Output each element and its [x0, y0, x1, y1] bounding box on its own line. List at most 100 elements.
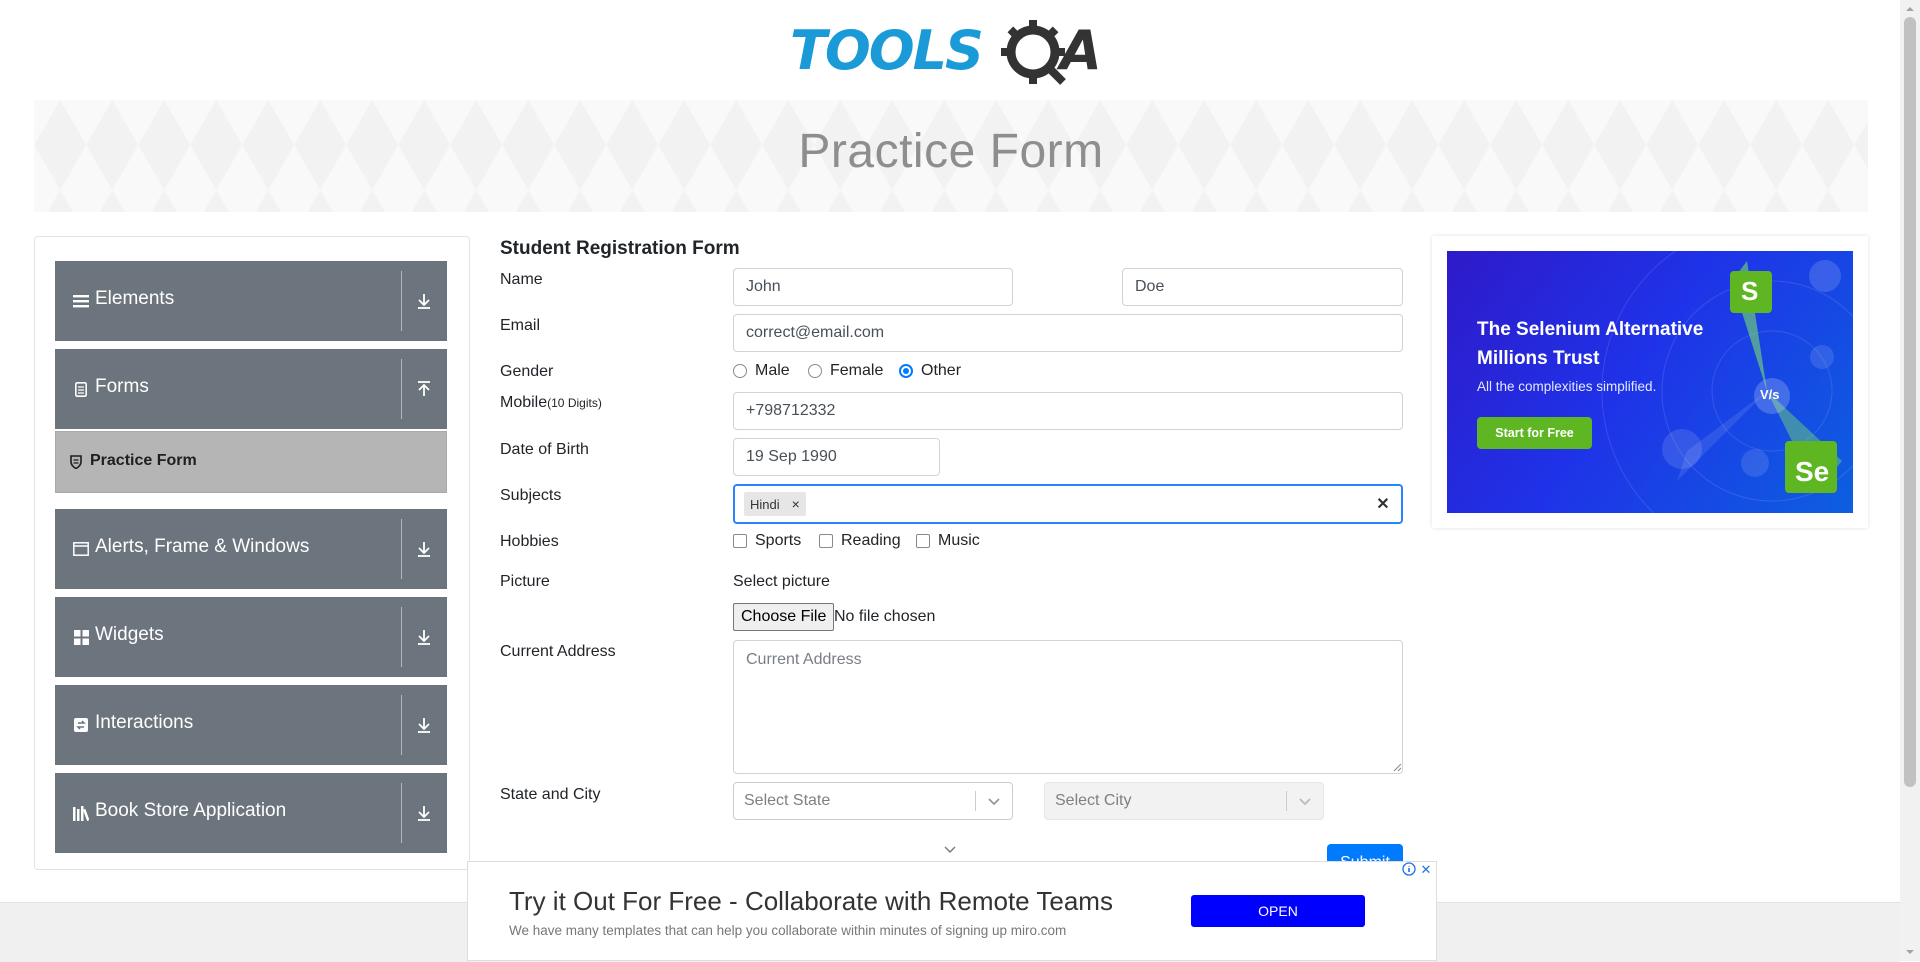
bottom-ad[interactable]: Try it Out For Free - Collaborate with R…: [467, 861, 1437, 961]
checkbox[interactable]: [733, 534, 747, 548]
sidebar-group-book-store[interactable]: Book Store Application: [55, 773, 447, 853]
divider: [401, 519, 402, 579]
sidebar-group-interactions[interactable]: Interactions: [55, 685, 447, 765]
chevron-down-icon[interactable]: [1295, 792, 1315, 812]
sidebar-item-practice-form[interactable]: Practice Form: [55, 431, 447, 493]
open-button[interactable]: OPEN: [1191, 895, 1365, 927]
sidebar-group-forms[interactable]: Forms: [55, 349, 447, 429]
ad-headline: The Selenium Alternative Millions Trust: [1477, 319, 1704, 369]
divider: [401, 271, 402, 331]
checkbox[interactable]: [916, 534, 930, 548]
adchoices-icon[interactable]: [1402, 862, 1416, 876]
gender-radio-male[interactable]: Male: [733, 362, 790, 380]
mobile-input[interactable]: [733, 392, 1403, 430]
city-select[interactable]: Select City: [1044, 782, 1324, 820]
city-select-placeholder: Select City: [1055, 792, 1132, 809]
checkbox-label: Sports: [755, 532, 802, 549]
state-select[interactable]: Select State: [733, 782, 1013, 820]
sidebar-group-label: Interactions: [95, 712, 194, 733]
download-arrow-icon[interactable]: [411, 537, 437, 561]
chevron-down-icon[interactable]: [984, 792, 1004, 812]
picture-label: Picture: [500, 573, 550, 590]
name-label: Name: [500, 271, 543, 288]
clear-icon[interactable]: ✕: [1373, 494, 1393, 514]
form-icon: [73, 381, 89, 397]
resize-grip-icon[interactable]: [1393, 763, 1402, 772]
sidebar-group-label: Alerts, Frame & Windows: [95, 536, 310, 557]
sidebar-group-alerts[interactable]: Alerts, Frame & Windows: [55, 509, 447, 589]
subjects-input[interactable]: Hindi × ✕: [733, 484, 1403, 524]
download-arrow-icon[interactable]: [411, 289, 437, 313]
page-scrollbar[interactable]: [1900, 0, 1920, 961]
subject-chip-label: Hindi: [750, 496, 780, 512]
checkbox[interactable]: [819, 534, 833, 548]
gender-radio-female[interactable]: Female: [808, 362, 883, 380]
download-arrow-icon[interactable]: [411, 625, 437, 649]
date-of-birth-input[interactable]: [733, 438, 940, 476]
mobile-label-text: Mobile: [500, 394, 548, 411]
download-arrow-icon[interactable]: [411, 713, 437, 737]
checkbox-label: Music: [938, 532, 980, 549]
sidebar-group-label: Book Store Application: [95, 800, 287, 821]
shield-icon: [70, 455, 82, 470]
radio-label: Female: [830, 362, 884, 379]
subject-chip: Hindi ×: [744, 492, 806, 516]
gender-label: Gender: [500, 363, 554, 380]
ad-badge-vs: V/s: [1760, 387, 1780, 402]
last-name-input[interactable]: [1122, 268, 1403, 306]
page-banner: Practice Form: [34, 100, 1868, 212]
address-label: Current Address: [500, 643, 616, 660]
scroll-up-icon[interactable]: [1904, 3, 1916, 15]
choose-file-button[interactable]: Choose File: [733, 603, 835, 631]
upload-arrow-icon[interactable]: [411, 377, 437, 401]
dob-label: Date of Birth: [500, 441, 589, 458]
subjects-label: Subjects: [500, 487, 562, 504]
widgets-icon: [73, 629, 89, 645]
bottom-ad-description: We have many templates that can help you…: [509, 923, 1067, 938]
chip-remove-icon[interactable]: ×: [786, 496, 806, 512]
sidebar-group-label: Widgets: [95, 624, 164, 645]
radio-button-selected[interactable]: [899, 364, 913, 378]
divider: [401, 607, 402, 667]
gender-radio-other[interactable]: Other: [899, 362, 961, 380]
divider: [401, 359, 402, 419]
window-icon: [73, 541, 89, 557]
state-city-label: State and City: [500, 786, 601, 803]
ad-banner-image[interactable]: S V/s Se The Selenium Alternative Millio…: [1447, 251, 1853, 513]
state-select-placeholder: Select State: [744, 792, 831, 809]
selenium-ad[interactable]: S V/s Se The Selenium Alternative Millio…: [1432, 236, 1868, 528]
books-icon: [73, 805, 89, 821]
hobby-checkbox-music[interactable]: Music: [916, 532, 980, 550]
close-icon[interactable]: ✕: [1418, 862, 1434, 878]
file-status: No file chosen: [834, 608, 936, 625]
student-registration-form: Student Registration Form Name Email Gen…: [500, 236, 1410, 874]
current-address-input[interactable]: [733, 640, 1403, 774]
sidebar: Elements Forms Practice Form Alerts, Fra…: [34, 236, 470, 870]
radio-button[interactable]: [808, 364, 822, 378]
picture-prompt: Select picture: [733, 573, 830, 590]
download-arrow-icon[interactable]: [411, 801, 437, 825]
hobby-checkbox-sports[interactable]: Sports: [733, 532, 801, 550]
hobby-checkbox-reading[interactable]: Reading: [819, 532, 901, 550]
ad-subtitle: All the complexities simplified.: [1477, 379, 1657, 394]
chevron-down-icon: [944, 846, 956, 853]
email-input[interactable]: [733, 314, 1403, 352]
form-title: Student Registration Form: [500, 238, 740, 259]
page-title: Practice Form: [798, 125, 1104, 178]
scrollbar-thumb[interactable]: [1904, 17, 1916, 787]
sidebar-group-label: Elements: [95, 288, 175, 309]
first-name-input[interactable]: [733, 268, 1013, 306]
divider: [401, 695, 402, 755]
email-label: Email: [500, 317, 541, 334]
scroll-down-icon[interactable]: [1904, 946, 1916, 958]
sidebar-group-widgets[interactable]: Widgets: [55, 597, 447, 677]
svg-text:A: A: [1056, 19, 1102, 82]
radio-button[interactable]: [733, 364, 747, 378]
mobile-hint: (10 Digits): [547, 396, 602, 410]
start-for-free-button[interactable]: Start for Free: [1477, 417, 1592, 449]
toolsqa-logo[interactable]: TOOLS A: [790, 14, 1120, 90]
divider: [975, 791, 976, 811]
sidebar-group-elements[interactable]: Elements: [55, 261, 447, 341]
bottom-ad-title[interactable]: Try it Out For Free - Collaborate with R…: [509, 886, 1113, 917]
svg-text:TOOLS: TOOLS: [790, 19, 982, 82]
